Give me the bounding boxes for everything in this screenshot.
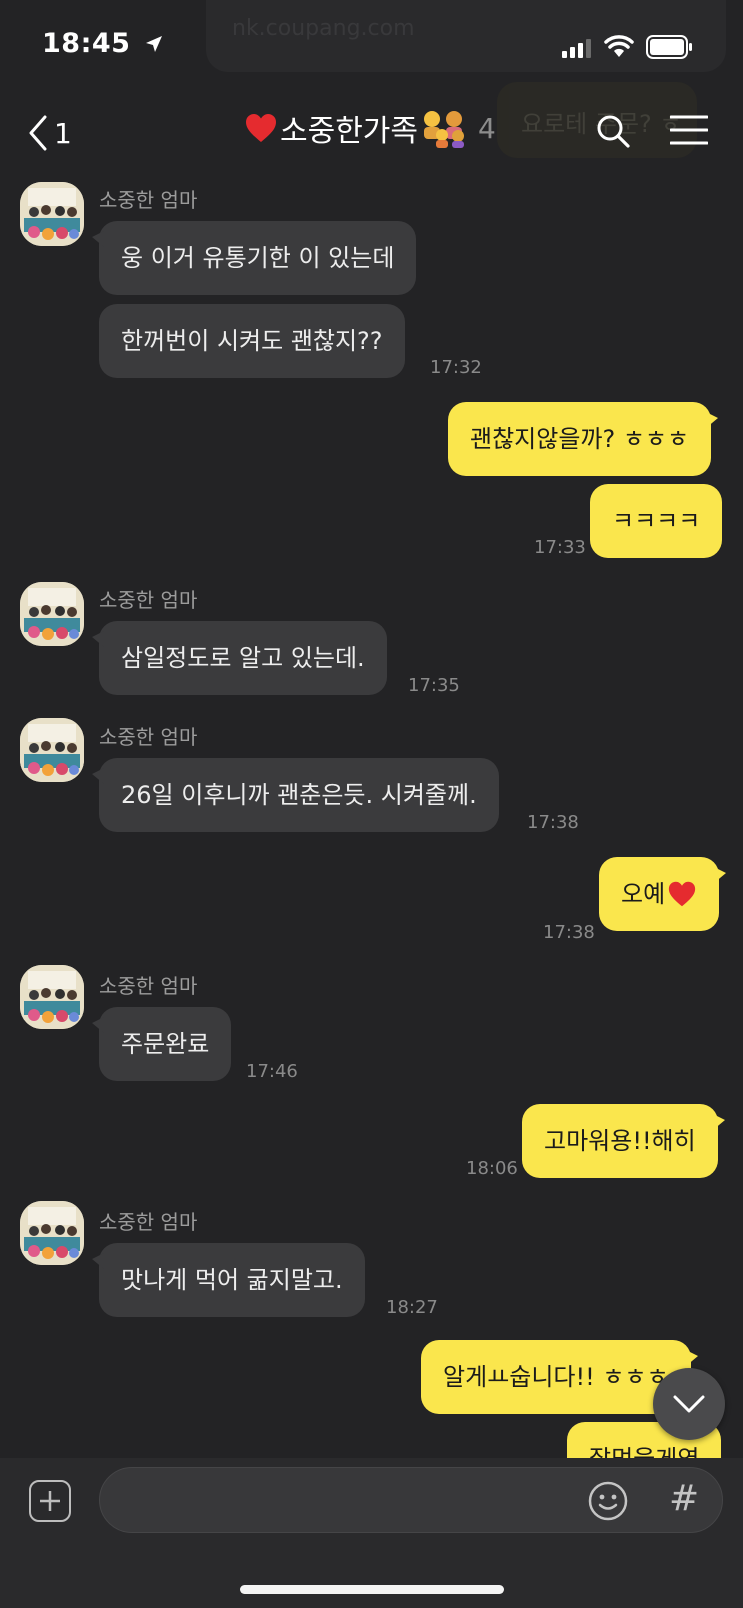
plus-icon [40, 1491, 60, 1511]
sender-name: 소중한 엄마 [99, 974, 198, 998]
notification-text: nk.coupang.com [232, 16, 415, 41]
group-photo-icon [20, 1201, 84, 1265]
cellular-signal-icon [562, 39, 591, 58]
hamburger-menu-icon[interactable] [670, 114, 708, 146]
heart-icon [246, 114, 276, 142]
chevron-down-icon [673, 1395, 705, 1413]
heart-icon [669, 881, 696, 907]
message-time: 17:38 [527, 812, 579, 833]
message-time: 18:06 [466, 1158, 518, 1179]
message-bubble-incoming[interactable]: 맛나게 먹어 굶지말고. [92, 1243, 365, 1317]
chat-title-text: 소중한가족 [280, 114, 418, 149]
message-time: 17:32 [430, 357, 482, 378]
avatar[interactable] [20, 718, 84, 782]
chevron-left-icon [29, 115, 47, 151]
sender-name: 소중한 엄마 [99, 588, 198, 612]
smiley-icon[interactable] [587, 1480, 629, 1522]
scroll-to-bottom-button[interactable] [653, 1368, 725, 1440]
group-photo-icon [20, 582, 84, 646]
status-bar-time: 18:45 [42, 28, 164, 59]
attach-button[interactable] [29, 1480, 71, 1522]
message-text: 오예 [621, 880, 666, 908]
message-time: 17:46 [246, 1061, 298, 1082]
group-photo-icon [20, 182, 84, 246]
battery-icon [646, 35, 692, 59]
clock-text: 18:45 [42, 28, 131, 59]
avatar[interactable] [20, 582, 84, 646]
message-bubble-incoming[interactable]: 웅 이거 유통기한 이 있는데 [91, 221, 417, 295]
message-input[interactable] [124, 1468, 564, 1532]
chat-title[interactable]: 소중한가족 4 [244, 106, 496, 150]
message-bubble-outgoing[interactable]: 고마워용!!해히 [522, 1104, 725, 1178]
wifi-icon [604, 35, 634, 57]
message-bubble-outgoing[interactable]: ㅋㅋㅋㅋ [590, 484, 723, 558]
message-bubble-incoming[interactable]: 주문완료 [91, 1007, 232, 1081]
home-indicator [240, 1585, 504, 1594]
message-bubble-incoming[interactable]: 26일 이후니까 괜춘은듯. 시켜줄께. [92, 758, 499, 832]
message-time: 18:27 [386, 1297, 438, 1318]
sender-name: 소중한 엄마 [99, 1210, 198, 1234]
back-button[interactable]: 1 [28, 110, 72, 156]
message-time: 17:35 [408, 675, 460, 696]
member-count: 4 [478, 111, 496, 145]
avatar[interactable] [20, 965, 84, 1029]
search-icon[interactable] [595, 113, 631, 149]
sender-name: 소중한 엄마 [99, 188, 198, 212]
message-input-container[interactable] [99, 1467, 723, 1533]
message-bubble-outgoing[interactable]: 괜찮지않을까? ㅎㅎㅎ [448, 402, 719, 476]
avatar[interactable] [20, 1201, 84, 1265]
message-bubble-incoming[interactable]: 삼일정도로 알고 있는데. [92, 621, 387, 695]
message-bubble-outgoing[interactable]: 알게ㅛ숩니다!! ㅎㅎㅎ [421, 1340, 698, 1414]
location-arrow-icon [146, 36, 163, 52]
message-bubble-incoming[interactable]: 한꺼번이 시켜도 괜찮지?? [99, 304, 405, 378]
group-photo-icon [20, 718, 84, 782]
family-emoji-icon [424, 111, 464, 148]
message-time: 17:33 [534, 537, 586, 558]
unread-count: 1 [54, 116, 72, 150]
sender-name: 소중한 엄마 [99, 725, 198, 749]
group-photo-icon [20, 965, 84, 1029]
avatar[interactable] [20, 182, 84, 246]
message-bubble-outgoing[interactable]: 오예 [599, 857, 727, 931]
hashtag-button[interactable]: # [669, 1478, 699, 1519]
message-time: 17:38 [543, 922, 595, 943]
